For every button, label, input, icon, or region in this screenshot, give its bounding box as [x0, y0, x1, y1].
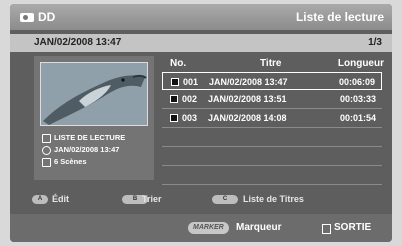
dolphin-image: [41, 63, 147, 125]
current-date: JAN/02/2008 13:47: [34, 37, 122, 48]
checkbox-icon: [171, 78, 179, 86]
column-length: Longueur: [337, 58, 384, 69]
info-date-row: JAN/02/2008 13:47: [42, 144, 125, 156]
clock-icon: [42, 145, 51, 155]
playlist-label: LISTE DE LECTURE: [54, 133, 126, 142]
exit-icon[interactable]: [322, 224, 331, 234]
empty-row: [162, 128, 382, 147]
playlist-info: LISTE DE LECTURE JAN/02/2008 13:47 6 Scè…: [42, 132, 125, 168]
item-title: JAN/02/2008 13:51: [208, 94, 287, 104]
exit-label: SORTIE: [334, 222, 372, 233]
playlist-icon: [42, 133, 51, 143]
list-header: No. Titre Longueur: [162, 58, 386, 72]
scene-count: 6 Scènes: [54, 157, 87, 166]
page-title: Liste de lecture: [295, 10, 384, 24]
sort-label: Trier: [142, 194, 162, 204]
title-bar: DD Liste de lecture: [10, 4, 392, 30]
marker-label: Marqueur: [236, 222, 282, 233]
checkbox-icon: [170, 95, 178, 103]
info-playlist-row: LISTE DE LECTURE: [42, 132, 125, 144]
list-item[interactable]: 003 JAN/02/2008 14:08 00:01:54: [162, 109, 382, 128]
empty-row: [162, 147, 382, 166]
playlist-screen: DD Liste de lecture JAN/02/2008 13:47 1/…: [10, 4, 392, 242]
item-length: 00:06:09: [338, 77, 375, 87]
page-indicator: 1/3: [368, 37, 382, 48]
playlist-list: 001 JAN/02/2008 13:47 00:06:09 002 JAN/0…: [162, 72, 382, 185]
disc-icon: [20, 12, 34, 22]
info-panel: LISTE DE LECTURE JAN/02/2008 13:47 6 Scè…: [34, 56, 154, 180]
item-number: 003: [182, 113, 198, 123]
item-title: JAN/02/2008 13:47: [209, 77, 288, 87]
list-item[interactable]: 001 JAN/02/2008 13:47 00:06:09: [162, 72, 382, 90]
column-title: Titre: [260, 58, 282, 69]
item-length: 00:03:33: [339, 94, 376, 104]
title-list-label: Liste de Titres: [243, 194, 304, 204]
list-item[interactable]: 002 JAN/02/2008 13:51 00:03:33: [162, 90, 382, 109]
marker-key-icon[interactable]: MARKER: [188, 222, 229, 234]
footer-bar: MARKER Marqueur SORTIE: [10, 214, 392, 242]
checkbox-icon: [170, 114, 178, 122]
preview-thumbnail: [40, 62, 148, 126]
c-key-icon[interactable]: C: [212, 195, 238, 204]
item-title: JAN/02/2008 14:08: [208, 113, 287, 123]
item-length: 00:01:54: [339, 113, 376, 123]
item-number: 001: [183, 77, 199, 87]
edit-label: Édit: [52, 194, 69, 204]
item-number: 002: [182, 94, 198, 104]
column-no: No.: [170, 58, 187, 69]
source-label: DD: [38, 10, 56, 24]
color-button-bar: A Édit B Trier C Liste de Titres: [28, 194, 388, 208]
scenes-icon: [42, 157, 51, 167]
empty-row: [162, 166, 382, 185]
source-indicator: DD: [20, 10, 55, 24]
a-key-icon[interactable]: A: [32, 195, 48, 204]
info-scenes-row: 6 Scènes: [42, 156, 125, 168]
playlist-datetime: JAN/02/2008 13:47: [54, 145, 120, 154]
date-bar: JAN/02/2008 13:47 1/3: [10, 34, 392, 52]
